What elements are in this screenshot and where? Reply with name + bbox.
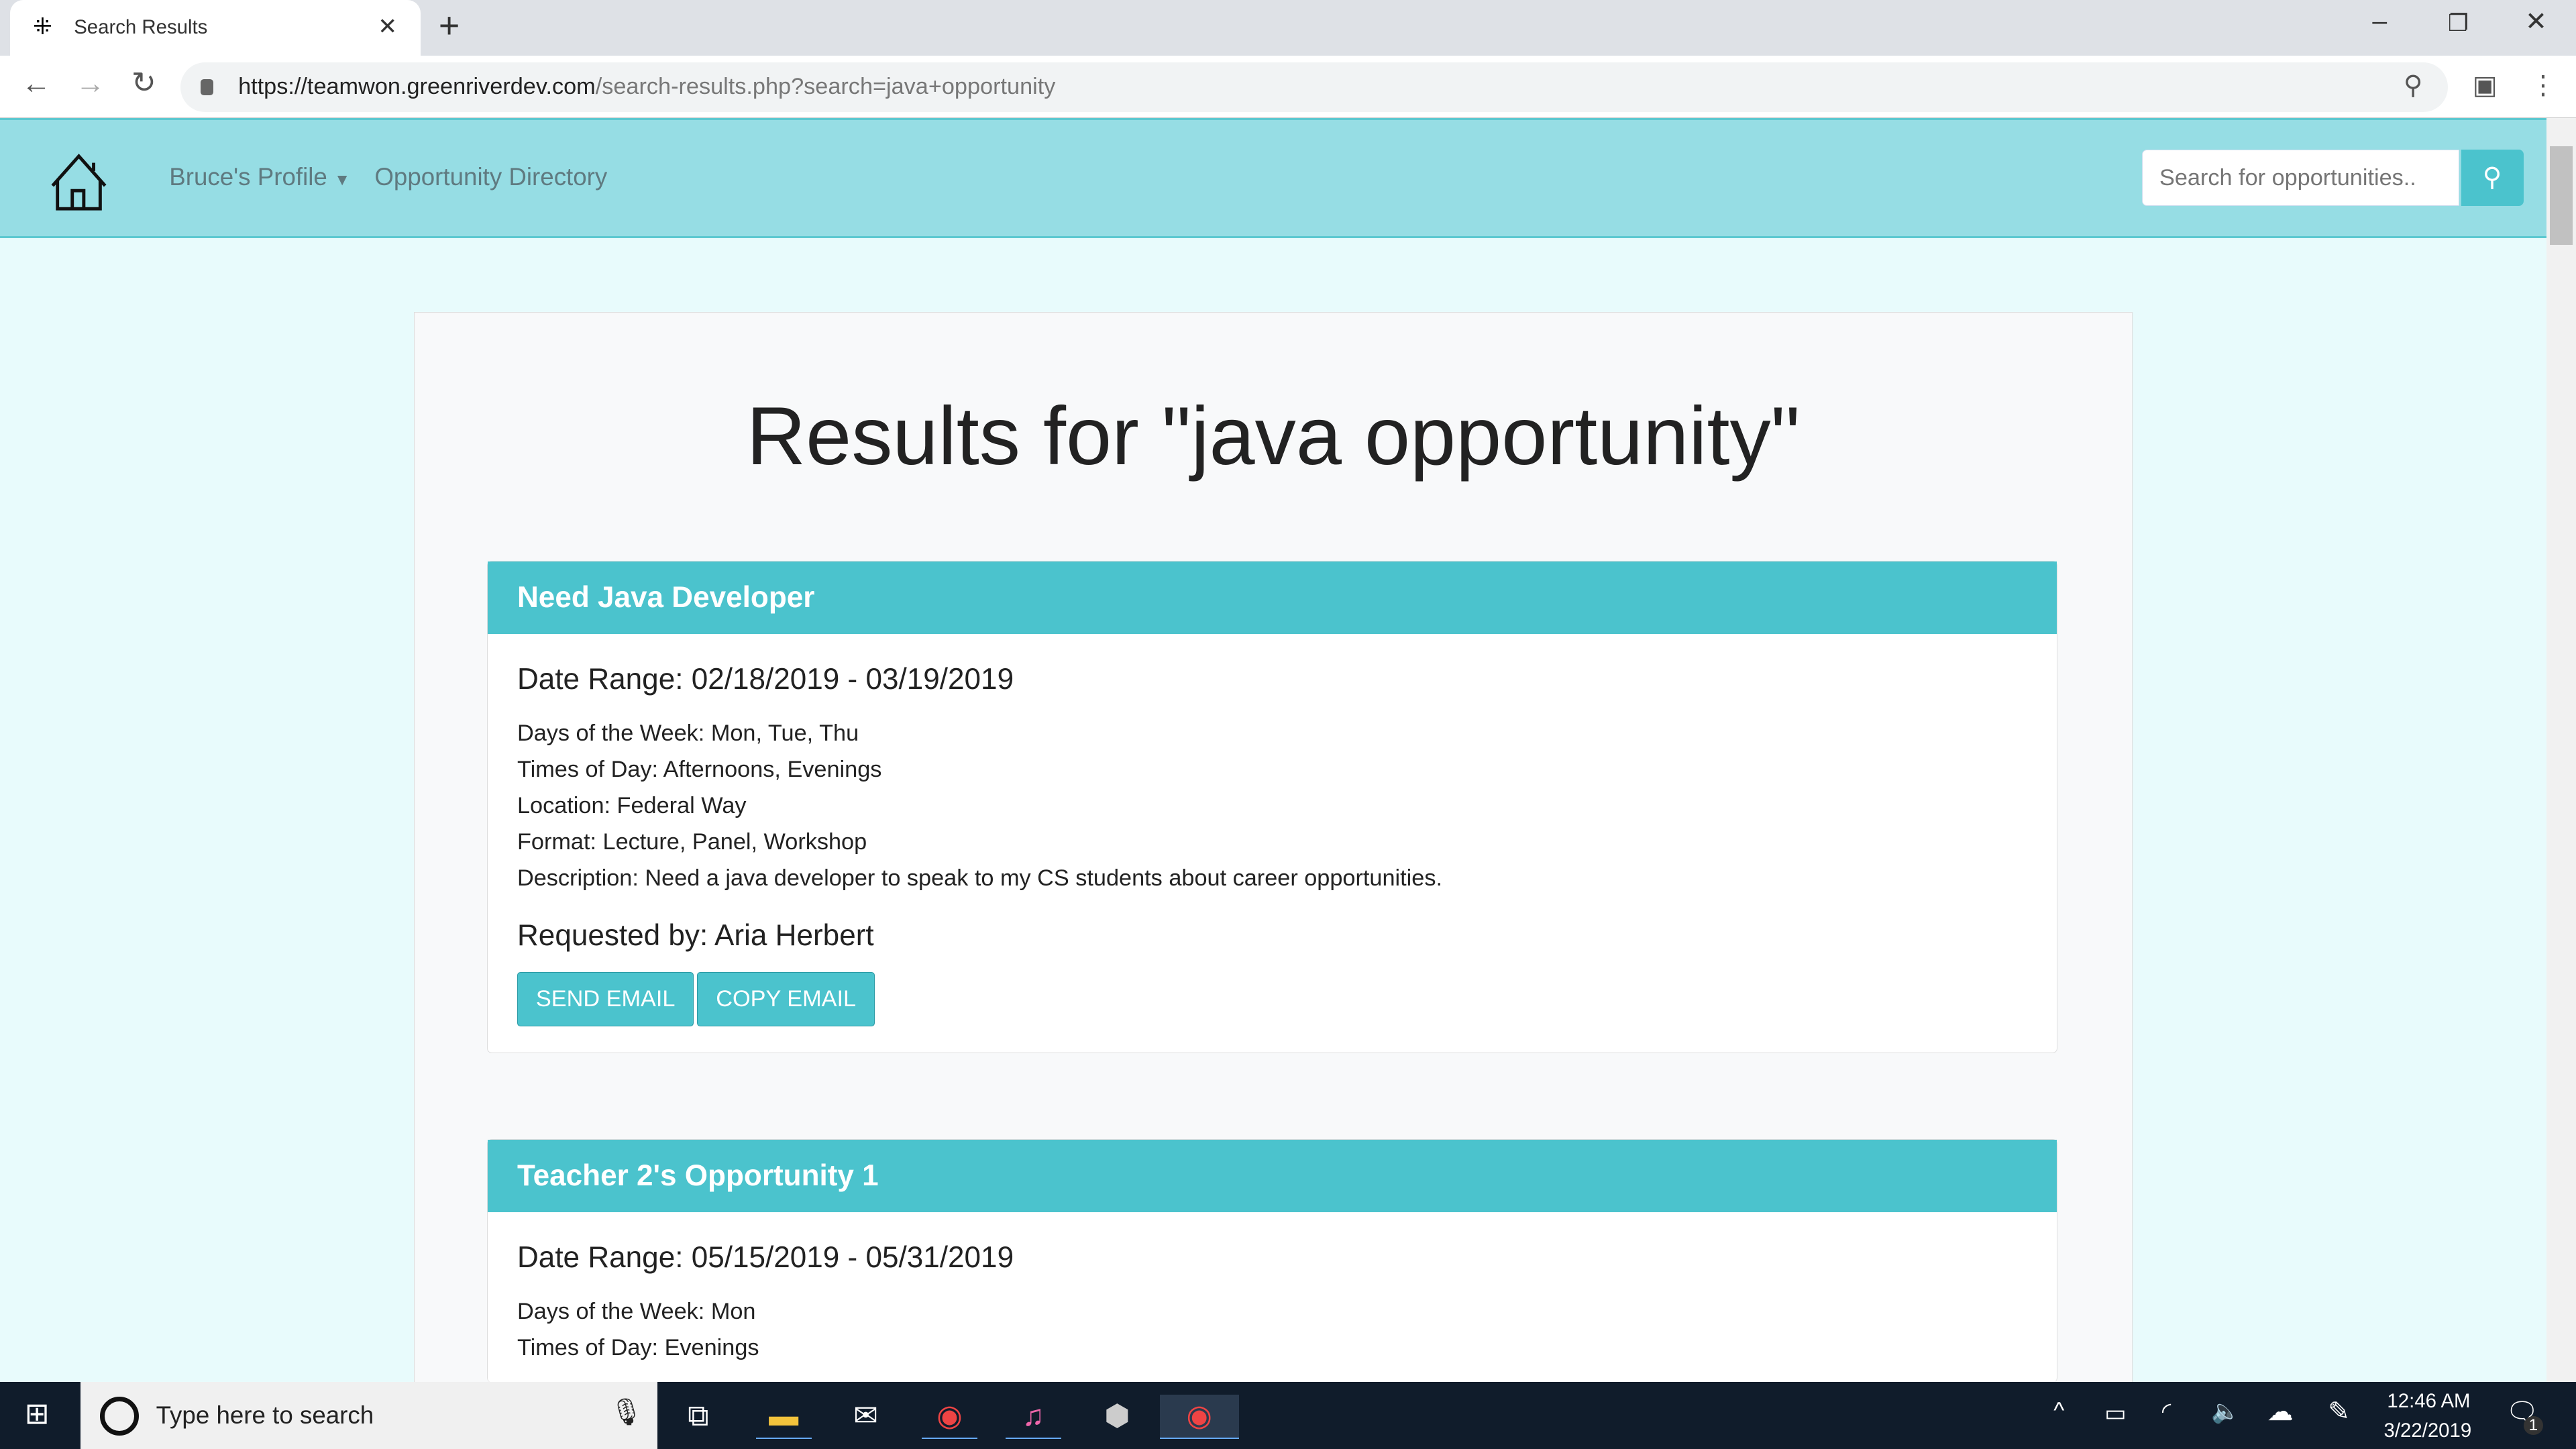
requested-by: Requested by: Aria Herbert [517, 919, 874, 953]
task-view-icon[interactable]: ⧉ [670, 1395, 726, 1438]
forward-icon[interactable]: → [76, 67, 105, 101]
close-tab-icon[interactable]: ✕ [378, 13, 397, 40]
favicon-icon: ⁜ [32, 13, 52, 40]
chrome-icon[interactable]: ◉ [921, 1395, 978, 1439]
days-of-week: Days of the Week: Mon, Tue, Thu [517, 720, 859, 747]
url-host: https://teamwon.greenriverdev.com [238, 74, 596, 100]
times-of-day: Times of Day: Evenings [517, 1335, 759, 1361]
clock-date[interactable]: 3/22/2019 [2383, 1419, 2471, 1442]
reload-icon[interactable]: ↻ [131, 66, 156, 100]
times-of-day: Times of Day: Afternoons, Evenings [517, 757, 882, 783]
opportunity-directory-link[interactable]: Opportunity Directory [374, 163, 607, 191]
tab-title: Search Results [74, 16, 208, 39]
results-container: Results for "java opportunity" Need Java… [414, 312, 2133, 1383]
taskbar-search[interactable]: Type here to search 🎙 [80, 1381, 657, 1449]
card-title: Teacher 2's Opportunity 1 [487, 1140, 2057, 1212]
file-explorer-icon[interactable]: ▬ [755, 1395, 812, 1439]
chrome-active-icon[interactable]: ◉ [1159, 1395, 1239, 1439]
description: Description: Need a java developer to sp… [517, 865, 1442, 891]
close-window-button[interactable]: ✕ [2525, 7, 2547, 37]
battery-icon[interactable]: ▭ [2104, 1400, 2126, 1427]
format: Format: Lecture, Panel, Workshop [517, 828, 867, 855]
url-path: /search-results.php?search=java+opportun… [595, 74, 1056, 100]
windows-start-icon[interactable]: ⊞ [25, 1397, 50, 1431]
url-field[interactable]: https://teamwon.greenriverdev.com/search… [180, 62, 2448, 112]
page-title: Results for "java opportunity" [746, 389, 1801, 482]
address-bar-row: ← → ↻ https://teamwon.greenriverdev.com/… [0, 56, 2576, 119]
itunes-icon[interactable]: ♫ [1005, 1395, 1062, 1439]
days-of-week: Days of the Week: Mon [517, 1299, 756, 1325]
mail-icon[interactable]: ✉ [838, 1395, 894, 1438]
pen-icon[interactable]: ✎ [2328, 1397, 2350, 1427]
profile-dropdown[interactable]: Bruce's Profile ▼ [169, 163, 350, 191]
cortana-icon [100, 1396, 140, 1436]
notification-count: 1 [2523, 1416, 2544, 1436]
send-email-button[interactable]: SEND EMAIL [517, 972, 694, 1026]
show-hidden-icons[interactable]: ^ [2053, 1398, 2064, 1424]
scrollbar-thumb[interactable] [2549, 146, 2573, 245]
home-icon[interactable] [48, 150, 110, 212]
caret-down-icon: ▼ [334, 170, 351, 189]
taskbar: ⊞ Type here to search 🎙 ⧉ ▬ ✉ ◉ ♫ ⬢ ◉ ^ … [0, 1381, 2576, 1449]
tab-search-results[interactable]: ⁜ Search Results ✕ [9, 0, 421, 56]
search-button[interactable]: ⚲ [2461, 150, 2524, 206]
restore-button[interactable]: ❐ [2448, 10, 2469, 37]
search-icon: ⚲ [2482, 163, 2502, 193]
location: Location: Federal Way [517, 793, 747, 819]
zoom-icon[interactable]: ⚲ [2404, 70, 2423, 101]
lock-icon [200, 78, 214, 96]
cloud-upload-icon[interactable]: ☁ [2267, 1397, 2294, 1427]
copy-email-button[interactable]: COPY EMAIL [697, 972, 875, 1026]
result-card: Teacher 2's Opportunity 1 Date Range: 05… [486, 1139, 2058, 1383]
result-card: Need Java Developer Date Range: 02/18/20… [486, 561, 2058, 1053]
search-input[interactable] [2142, 150, 2460, 206]
taskbar-search-text: Type here to search [156, 1401, 374, 1429]
wifi-icon[interactable]: ◜ [2162, 1398, 2171, 1425]
menu-icon[interactable]: ⋮ [2530, 70, 2556, 101]
microphone-icon[interactable]: 🎙 [610, 1397, 643, 1428]
card-title: Need Java Developer [487, 561, 2057, 634]
scrollbar[interactable] [2546, 118, 2576, 1382]
navbar: Bruce's Profile ▼ Opportunity Directory … [0, 118, 2546, 239]
app-icon[interactable]: ⬢ [1089, 1395, 1145, 1438]
date-range: Date Range: 05/15/2019 - 05/31/2019 [517, 1241, 1014, 1275]
back-icon[interactable]: ← [21, 67, 51, 101]
volume-icon[interactable]: 🔈 [2211, 1398, 2240, 1425]
tab-bar: ⁜ Search Results ✕ + – ❐ ✕ [0, 0, 2576, 56]
new-tab-button[interactable]: + [439, 5, 460, 46]
date-range: Date Range: 02/18/2019 - 03/19/2019 [517, 663, 1014, 696]
minimize-button[interactable]: – [2372, 7, 2387, 36]
extension-icon[interactable]: ▣ [2473, 70, 2498, 101]
clock-time[interactable]: 12:46 AM [2387, 1390, 2470, 1413]
